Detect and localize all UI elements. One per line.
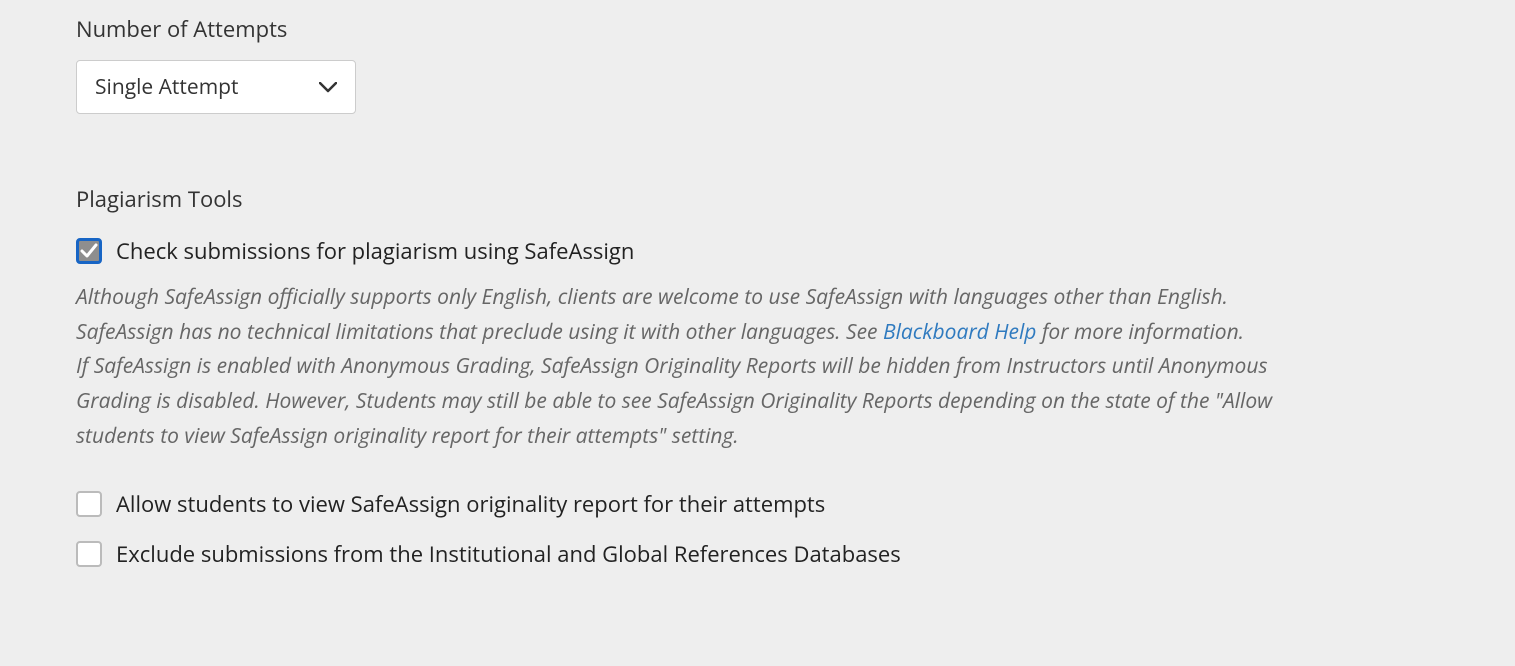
safeassign-checkbox-label: Check submissions for plagiarism using S… (116, 236, 634, 266)
safeassign-checkbox[interactable] (76, 238, 102, 264)
attempts-select[interactable]: Single Attempt (76, 60, 356, 114)
exclude-submissions-checkbox[interactable] (76, 541, 102, 567)
attempts-label: Number of Attempts (76, 14, 1296, 44)
attempts-select-value: Single Attempt (95, 73, 238, 101)
exclude-submissions-label: Exclude submissions from the Institution… (116, 539, 901, 569)
chevron-down-icon (319, 73, 337, 101)
safeassign-help-text: Although SafeAssign officially supports … (76, 280, 1296, 453)
exclude-submissions-row: Exclude submissions from the Institution… (76, 539, 1296, 569)
help-p1-b: for more information. (1036, 318, 1244, 346)
plagiarism-heading: Plagiarism Tools (76, 184, 1296, 214)
attempts-select-wrap: Single Attempt (76, 60, 356, 114)
allow-students-label: Allow students to view SafeAssign origin… (116, 489, 825, 519)
safeassign-sub-options: Allow students to view SafeAssign origin… (76, 489, 1296, 569)
check-icon (80, 243, 98, 259)
help-p2: If SafeAssign is enabled with Anonymous … (76, 352, 1272, 449)
safeassign-check-row: Check submissions for plagiarism using S… (76, 236, 1296, 266)
blackboard-help-link[interactable]: Blackboard Help (883, 318, 1036, 346)
allow-students-checkbox[interactable] (76, 491, 102, 517)
allow-students-row: Allow students to view SafeAssign origin… (76, 489, 1296, 519)
settings-panel: Number of Attempts Single Attempt Plagia… (0, 0, 1340, 639)
